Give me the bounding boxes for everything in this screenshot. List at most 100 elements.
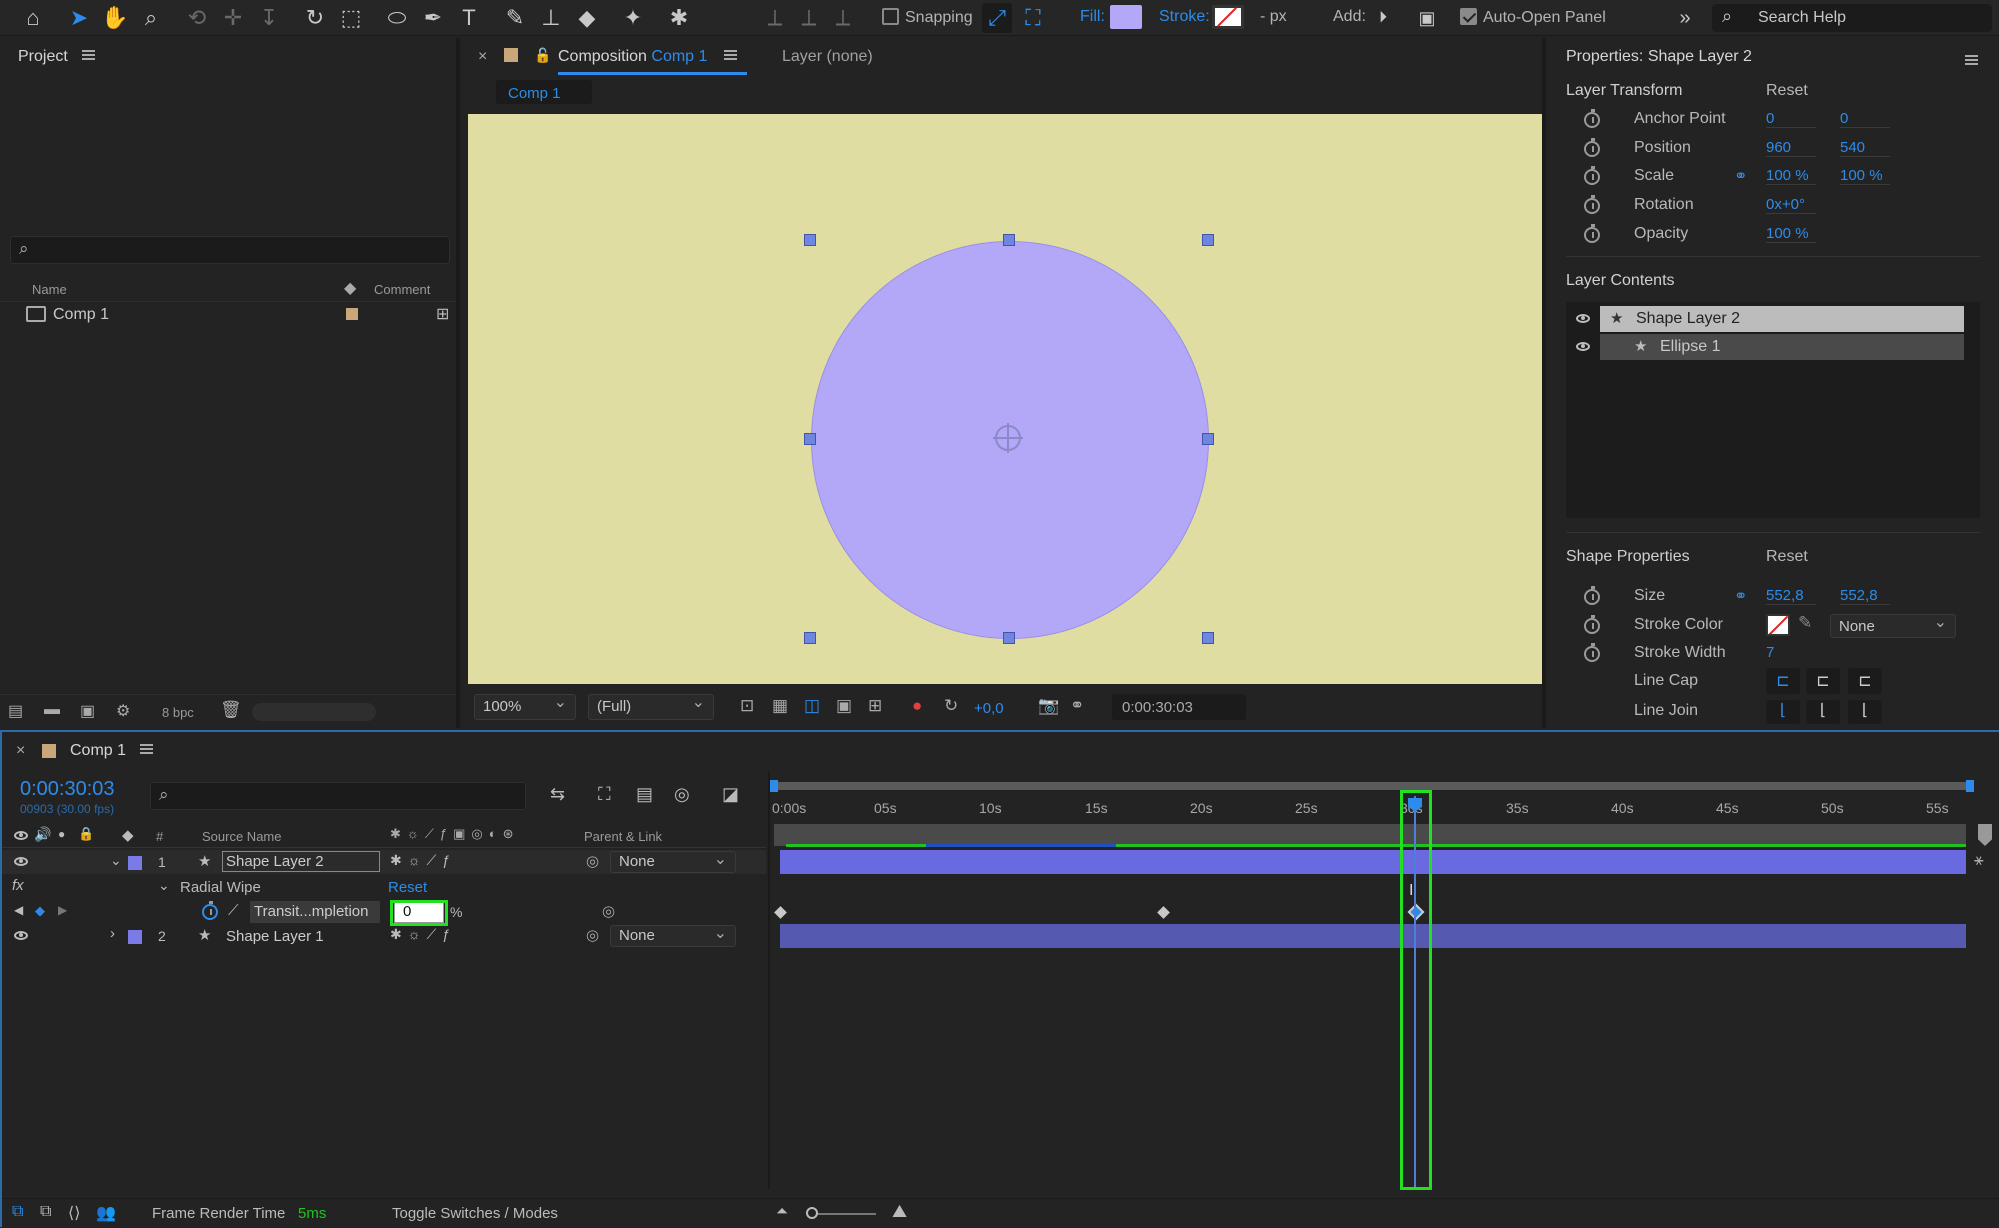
trash-icon[interactable]: 🗑	[220, 700, 242, 720]
bbox-handle-ml[interactable]	[804, 433, 816, 445]
pickwhip-icon[interactable]: ◎	[586, 926, 599, 944]
chevron-down-icon[interactable]: ⌄	[158, 877, 170, 894]
bbox-handle-tr[interactable]	[1202, 234, 1214, 246]
pickwhip-icon[interactable]: ◎	[602, 902, 615, 920]
layer-label-color[interactable]	[128, 930, 142, 944]
chevron-right-icon[interactable]: ›	[110, 925, 115, 942]
comp-menu-icon[interactable]	[723, 50, 737, 60]
stroke-width-value[interactable]: 7	[1766, 644, 1786, 661]
constrain-link-icon[interactable]: ⚭	[1734, 586, 1747, 606]
eraser-tool-icon[interactable]: ◆	[572, 3, 602, 33]
anchor-point-icon[interactable]	[993, 423, 1023, 453]
layer-name[interactable]: Shape Layer 2	[222, 851, 380, 872]
label-color-swatch[interactable]	[346, 308, 358, 320]
col-comment[interactable]: Comment	[374, 282, 430, 297]
exposure-value[interactable]: +0,0	[974, 700, 1004, 717]
round-join-button[interactable]: ⌊	[1806, 700, 1840, 724]
bbox-handle-tc[interactable]	[1003, 234, 1015, 246]
layer-switches[interactable]: ✱☼⟋ƒ	[390, 926, 456, 943]
in-out-icon[interactable]: ⟨⟩	[68, 1203, 80, 1223]
ellipse-tool-icon[interactable]: ⬭	[382, 3, 412, 33]
bbox-handle-tl[interactable]	[804, 234, 816, 246]
zoom-out-icon[interactable]: ⏶	[776, 1203, 788, 1220]
project-settings-icon[interactable]: ⚙	[116, 701, 130, 721]
interpret-footage-icon[interactable]: ▤	[8, 701, 23, 721]
effect-name[interactable]: Radial Wipe	[180, 879, 261, 896]
work-area-bar[interactable]	[774, 824, 1966, 846]
col-name[interactable]: Name	[32, 282, 67, 297]
size-x-value[interactable]: 552,8	[1766, 587, 1816, 605]
layer-1-bar[interactable]	[780, 850, 1966, 874]
new-folder-icon[interactable]: ▬	[44, 701, 60, 719]
navigator-end-handle[interactable]	[1966, 780, 1974, 792]
layer-row-1[interactable]: ⌄ 1 ★ Shape Layer 2 ✱☼⟋ƒ ◎ None	[2, 849, 766, 874]
navigator-bar[interactable]	[774, 782, 1970, 790]
zoom-slider-track[interactable]	[808, 1213, 876, 1215]
shape-reset-button[interactable]: Reset	[1766, 548, 1808, 566]
layer-switches[interactable]: ✱☼⟋ƒ	[390, 852, 456, 869]
position-x-value[interactable]: 960	[1766, 139, 1816, 157]
thumbnail-slider[interactable]	[252, 703, 376, 721]
axis-view-icon[interactable]: ⟂	[828, 3, 858, 33]
next-keyframe-icon[interactable]: ▶	[58, 903, 67, 917]
grid-guides-icon[interactable]: ⊞	[868, 696, 882, 716]
stopwatch-icon[interactable]	[1584, 586, 1600, 605]
auto-open-checkbox[interactable]	[1460, 8, 1477, 25]
expand-toolbar-icon[interactable]: »	[1670, 3, 1700, 33]
auto-open-toggle[interactable]: Auto-Open Panel	[1460, 8, 1606, 27]
motion-blur-icon[interactable]: ◎	[674, 784, 690, 805]
project-menu-icon[interactable]	[82, 50, 96, 60]
current-time-display[interactable]: 0:00:30:03	[20, 778, 115, 801]
time-ruler[interactable]: 0:00s 05s 10s 15s 20s 25s 30s 35s 40s 45…	[772, 794, 1972, 822]
anchor-y-value[interactable]: 0	[1840, 110, 1890, 128]
effect-row[interactable]: fx ⌄ Radial Wipe Reset	[2, 875, 766, 899]
eyedropper-icon[interactable]: ✎	[1798, 613, 1812, 633]
keyframe-1[interactable]	[1157, 906, 1170, 919]
content-item-shape-layer[interactable]: ★ Shape Layer 2	[1566, 306, 1980, 332]
scale-y-value[interactable]: 100 %	[1840, 167, 1890, 185]
keyframe-0[interactable]	[774, 906, 787, 919]
puppet-tool-icon[interactable]: ✱	[664, 3, 694, 33]
stroke-type-dropdown[interactable]: None	[1830, 612, 1956, 638]
stroke-width-value[interactable]: - px	[1260, 8, 1287, 26]
stroke-swatch[interactable]	[1212, 5, 1244, 29]
transform-reset-button[interactable]: Reset	[1766, 82, 1808, 100]
size-y-value[interactable]: 552,8	[1840, 587, 1890, 605]
bbox-handle-bl[interactable]	[804, 632, 816, 644]
clone-stamp-icon[interactable]: ⊥	[536, 3, 566, 33]
content-item-ellipse[interactable]: ★ Ellipse 1	[1566, 334, 1980, 360]
opacity-value[interactable]: 100 %	[1766, 225, 1816, 243]
stopwatch-icon[interactable]	[1584, 109, 1600, 128]
snapping-toggle[interactable]: Snapping	[882, 8, 973, 27]
snap-points-icon[interactable]: ⛶	[1018, 3, 1048, 33]
work-area-end-marker[interactable]	[1978, 824, 1992, 846]
stopwatch-icon[interactable]	[1584, 195, 1600, 214]
flowchart-icon[interactable]: ⊞	[436, 304, 449, 324]
graph-icon[interactable]: ⟋	[228, 902, 239, 919]
layer-name[interactable]: Shape Layer 1	[226, 928, 324, 945]
properties-menu-icon[interactable]	[1965, 55, 1978, 65]
channels-icon[interactable]: ●	[912, 696, 922, 716]
stopwatch-icon[interactable]	[1584, 224, 1600, 243]
effect-reset-button[interactable]: Reset	[388, 879, 427, 896]
audio-icon[interactable]: 🔊	[34, 826, 51, 843]
roto-brush-icon[interactable]: ✦	[618, 3, 648, 33]
projecting-cap-button[interactable]: ⊏	[1848, 668, 1882, 694]
resolution-dropdown[interactable]: (Full)	[588, 692, 714, 720]
anchor-x-value[interactable]: 0	[1766, 110, 1816, 128]
bit-depth-button[interactable]: 8 bpc	[162, 705, 194, 720]
home-icon[interactable]: ⌂	[18, 3, 48, 33]
axis-world-icon[interactable]: ⟂	[794, 3, 824, 33]
layer-row-2[interactable]: › 2 ★ Shape Layer 1 ✱☼⟋ƒ ◎ None	[2, 923, 766, 948]
axis-local-icon[interactable]: ⟂	[760, 3, 790, 33]
transition-row[interactable]: ◀ ◆ ▶ ⟋ Transit...mpletion 0 % ◎	[2, 900, 766, 924]
fast-previews-icon[interactable]: ⊡	[740, 696, 754, 716]
pen-tool-icon[interactable]: ✒	[418, 3, 448, 33]
snapshot-icon[interactable]: 📷	[1038, 696, 1059, 716]
viewer-timecode[interactable]: 0:00:30:03	[1112, 694, 1246, 720]
tab-composition[interactable]: Composition Comp 1	[558, 48, 747, 75]
navigator-start-handle[interactable]	[770, 780, 778, 792]
parent-dropdown[interactable]: None	[610, 849, 736, 873]
shy-layers-icon[interactable]: ▤	[636, 784, 653, 805]
stopwatch-icon[interactable]	[202, 901, 218, 920]
